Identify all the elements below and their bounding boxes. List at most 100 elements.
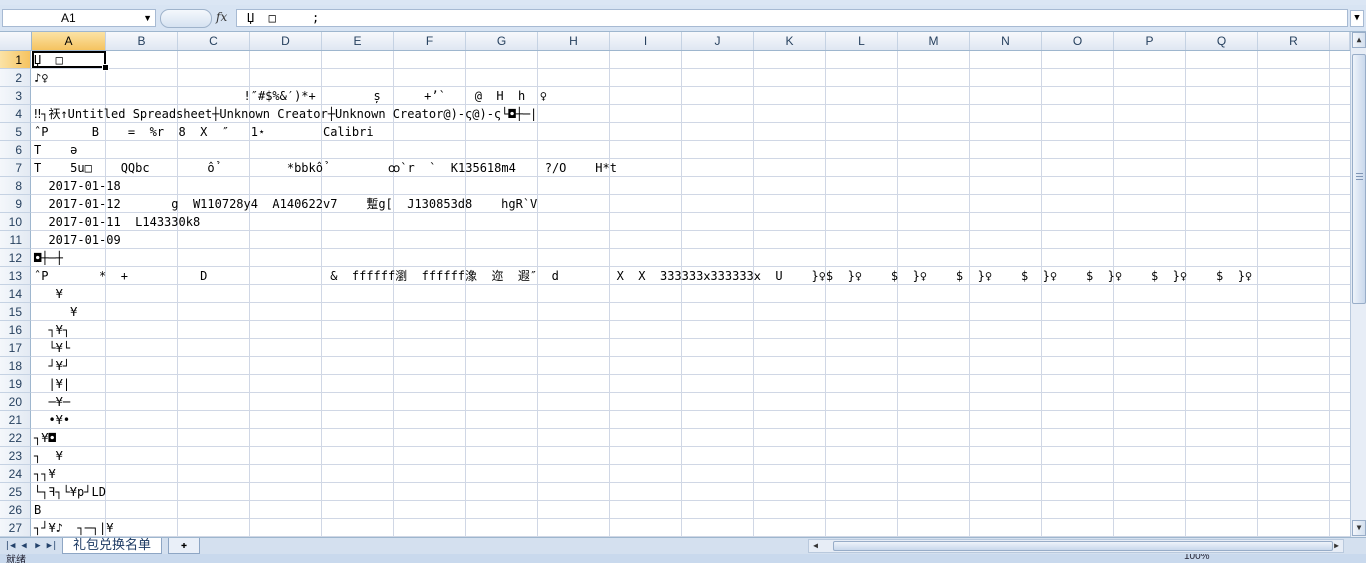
cell-text: ─¥─ bbox=[34, 395, 71, 409]
row-header[interactable]: 19 bbox=[0, 375, 31, 393]
column-header-p[interactable]: P bbox=[1114, 32, 1186, 50]
cell-text: └┐ꟻ┐└¥p┘LD bbox=[34, 485, 106, 499]
column-header-m[interactable]: M bbox=[898, 32, 970, 50]
column-header-d[interactable]: D bbox=[250, 32, 322, 50]
column-header-n[interactable]: N bbox=[970, 32, 1042, 50]
cell-text: ┐ ¥ bbox=[34, 449, 63, 463]
row-header[interactable]: 9 bbox=[0, 195, 31, 213]
select-all-corner[interactable] bbox=[0, 32, 32, 50]
next-sheet-icon[interactable]: ▶ bbox=[32, 539, 44, 553]
row-header[interactable]: 7 bbox=[0, 159, 31, 177]
column-header-r[interactable]: R bbox=[1258, 32, 1330, 50]
column-header-g[interactable]: G bbox=[466, 32, 538, 50]
row-header[interactable]: 26 bbox=[0, 501, 31, 519]
insert-function-button[interactable]: fx bbox=[160, 9, 234, 28]
scroll-down-button[interactable]: ▼ bbox=[1352, 520, 1366, 536]
cell-text: 2017-01-09 bbox=[34, 233, 121, 247]
row-header[interactable]: 14 bbox=[0, 285, 31, 303]
cell-text: ◘┼─┼ bbox=[34, 251, 63, 265]
insert-sheet-icon[interactable]: ✚ bbox=[168, 538, 200, 554]
sheet-tab-bar: |◀ ◀ ▶ ▶| 礼包兑换名单 ✚ ◀ ▶ bbox=[0, 537, 1366, 554]
row-header[interactable]: 23 bbox=[0, 447, 31, 465]
horizontal-scroll-thumb[interactable] bbox=[833, 541, 1333, 551]
status-bar: 就绪 100% bbox=[0, 554, 1366, 563]
column-header-s[interactable] bbox=[1330, 32, 1350, 50]
last-sheet-icon[interactable]: ▶| bbox=[46, 539, 58, 553]
status-text: 就绪 bbox=[6, 555, 26, 563]
formula-bar-oval-icon bbox=[160, 9, 212, 28]
cell-text: •¥• bbox=[34, 413, 71, 427]
row-header[interactable]: 18 bbox=[0, 357, 31, 375]
cell-text: T ə bbox=[34, 143, 78, 157]
cell-text: ┐┘¥♪ ┐─┐|¥ bbox=[34, 521, 114, 535]
cell-text: └¥└ bbox=[34, 341, 71, 355]
scroll-left-button[interactable]: ◀ bbox=[809, 540, 822, 552]
row-header[interactable]: 5 bbox=[0, 123, 31, 141]
row-header[interactable]: 22 bbox=[0, 429, 31, 447]
cell-text: ˆP B = %r 8 X ″ 1⋆ Calibri bbox=[34, 125, 374, 139]
cell-grid[interactable]: Џ □ ♪♀ !″#$%&′)*+ ș +ʼ` @ H h ♀ ‼┐祆↑Unti… bbox=[31, 51, 1350, 537]
formula-input[interactable]: Џ □ ; bbox=[236, 9, 1348, 27]
column-header-j[interactable]: J bbox=[682, 32, 754, 50]
column-header-a[interactable]: A bbox=[32, 32, 106, 50]
row-header[interactable]: 8 bbox=[0, 177, 31, 195]
scroll-right-button[interactable]: ▶ bbox=[1330, 540, 1343, 552]
cell-text: ‼┐祆↑Untitled Spreadsheet┼Unknown Creator… bbox=[34, 107, 538, 121]
cell-text: ˆP * + D & ffffff瀏 ffffff潒 迩 遐″ d X X 33… bbox=[34, 269, 1253, 283]
cell-text: ┘¥┘ bbox=[34, 359, 71, 373]
row-header[interactable]: 6 bbox=[0, 141, 31, 159]
row-header[interactable]: 16 bbox=[0, 321, 31, 339]
cell-text: ¥ bbox=[34, 287, 63, 301]
row-header[interactable]: 21 bbox=[0, 411, 31, 429]
cell-text: T 5u□ QQbc ổ *bbkổ ꝏ`r ` K135618m4 ?/O H… bbox=[34, 161, 617, 175]
first-sheet-icon[interactable]: |◀ bbox=[4, 539, 16, 553]
cell-text: 2017-01-18 bbox=[34, 179, 121, 193]
row-header[interactable]: 1 bbox=[0, 51, 31, 69]
formula-bar: A1 ▼ fx Џ □ ; ▼ bbox=[0, 5, 1366, 32]
cell-text: ┐¥┐ bbox=[34, 323, 71, 337]
cell-text: Џ □ bbox=[34, 53, 63, 67]
row-header[interactable]: 20 bbox=[0, 393, 31, 411]
row-header[interactable]: 24 bbox=[0, 465, 31, 483]
zoom-level[interactable]: 100% bbox=[1184, 554, 1210, 562]
sheet-tab[interactable]: 礼包兑换名单 bbox=[62, 538, 163, 554]
cell-text: 2017-01-11 L143330k8 bbox=[34, 215, 201, 229]
row-header[interactable]: 13 bbox=[0, 267, 31, 285]
cell-text: !″#$%&′)*+ ș +ʼ` @ H h ♀ bbox=[34, 89, 547, 103]
chevron-down-icon[interactable]: ▼ bbox=[143, 10, 152, 26]
column-header-h[interactable]: H bbox=[538, 32, 610, 50]
column-header-l[interactable]: L bbox=[826, 32, 898, 50]
row-header[interactable]: 10 bbox=[0, 213, 31, 231]
scroll-up-button[interactable]: ▲ bbox=[1352, 32, 1366, 48]
column-header-q[interactable]: Q bbox=[1186, 32, 1258, 50]
column-header-f[interactable]: F bbox=[394, 32, 466, 50]
row-header[interactable]: 3 bbox=[0, 87, 31, 105]
column-header-bar: A B C D E F G H I J K L M N O P Q R bbox=[0, 32, 1350, 51]
name-box-value: A1 bbox=[61, 11, 76, 25]
row-header[interactable]: 12 bbox=[0, 249, 31, 267]
column-header-k[interactable]: K bbox=[754, 32, 826, 50]
fx-icon[interactable]: fx bbox=[216, 10, 227, 24]
row-header[interactable]: 25 bbox=[0, 483, 31, 501]
name-box[interactable]: A1 ▼ bbox=[2, 9, 156, 27]
previous-sheet-icon[interactable]: ◀ bbox=[18, 539, 30, 553]
column-header-e[interactable]: E bbox=[322, 32, 394, 50]
column-header-o[interactable]: O bbox=[1042, 32, 1114, 50]
row-header[interactable]: 15 bbox=[0, 303, 31, 321]
vertical-scrollbar[interactable]: ▲ ▼ bbox=[1350, 32, 1366, 537]
fill-handle[interactable] bbox=[102, 64, 109, 71]
row-header[interactable]: 11 bbox=[0, 231, 31, 249]
vertical-scroll-thumb[interactable] bbox=[1352, 54, 1366, 304]
row-header[interactable]: 4 bbox=[0, 105, 31, 123]
column-header-i[interactable]: I bbox=[610, 32, 682, 50]
row-header[interactable]: 27 bbox=[0, 519, 31, 537]
horizontal-scrollbar[interactable]: ◀ ▶ bbox=[808, 539, 1344, 553]
column-header-b[interactable]: B bbox=[106, 32, 178, 50]
cell-text: ♪♀ bbox=[34, 71, 49, 85]
cell-text: 2017-01-12 g W110728y4 A140622v7 蹔g[ J13… bbox=[34, 197, 538, 211]
row-header[interactable]: 2 bbox=[0, 69, 31, 87]
cell-text: ┐┐¥ bbox=[34, 467, 56, 481]
column-header-c[interactable]: C bbox=[178, 32, 250, 50]
expand-formula-bar-button[interactable]: ▼ bbox=[1350, 10, 1364, 27]
row-header[interactable]: 17 bbox=[0, 339, 31, 357]
